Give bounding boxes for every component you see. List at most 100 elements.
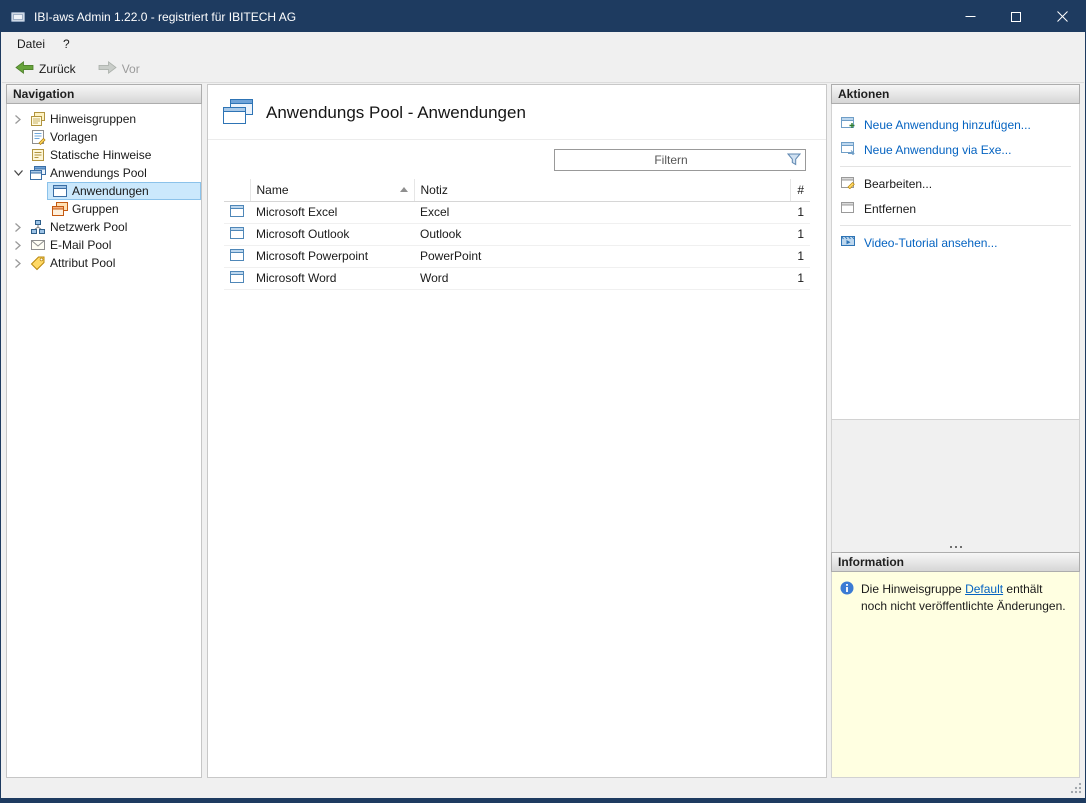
action-label: Video-Tutorial ansehen... [864, 235, 998, 250]
netzwerk-pool-icon [29, 219, 47, 235]
navigation-panel-header: Navigation [6, 84, 202, 104]
window-title: IBI-aws Admin 1.22.0 - registriert für I… [34, 9, 297, 24]
tree-item-statische-hinweise[interactable]: Statische Hinweise [7, 146, 201, 164]
column-notiz[interactable]: Notiz [414, 179, 791, 202]
app-window: IBI-aws Admin 1.22.0 - registriert für I… [0, 0, 1086, 803]
sort-asc-icon [399, 187, 408, 193]
cell-notiz: Outlook [414, 223, 790, 246]
anwendungen-icon [51, 183, 69, 199]
column-name[interactable]: Name [250, 179, 415, 202]
tree-item-label: Hinweisgruppen [50, 112, 137, 126]
menu-help[interactable]: ? [54, 33, 79, 55]
action-edit[interactable]: Bearbeiten... [832, 171, 1079, 196]
filter-input[interactable] [554, 149, 806, 171]
tree-item-attribut-pool[interactable]: Attribut Pool [7, 254, 201, 272]
window-bottom-border [1, 798, 1085, 802]
actions-panel-header: Aktionen [831, 84, 1080, 104]
cell-count: 1 [790, 245, 810, 268]
actions-divider [840, 225, 1071, 226]
chevron-right-icon[interactable] [11, 240, 25, 250]
edit-icon [840, 175, 856, 192]
table-row[interactable]: Microsoft Excel Excel 1 [224, 201, 810, 224]
tree-item-label: Attribut Pool [50, 256, 116, 270]
cell-count: 1 [790, 223, 810, 246]
info-icon [840, 581, 854, 598]
default-group-link[interactable]: Default [965, 582, 1003, 596]
table-header-row: Name Notiz # [224, 179, 810, 202]
filter-box [554, 149, 806, 171]
cell-notiz: Word [414, 267, 790, 290]
back-button[interactable]: Zurück [8, 59, 83, 79]
toolbar: Zurück Vor [2, 56, 1084, 83]
action-new-application-exe[interactable]: Neue Anwendung via Exe... [832, 137, 1079, 162]
close-button[interactable] [1039, 1, 1085, 32]
actions-divider [840, 166, 1071, 167]
cell-notiz: PowerPoint [414, 245, 790, 268]
applications-stack-icon [222, 98, 254, 128]
tree-item-vorlagen[interactable]: Vorlagen [7, 128, 201, 146]
chevron-right-icon[interactable] [11, 258, 25, 268]
navigation-tree: Hinweisgruppen Vorlagen Statische Hinwei… [7, 104, 201, 777]
chevron-down-icon[interactable] [11, 169, 25, 177]
action-video-tutorial[interactable]: Video-Tutorial ansehen... [832, 230, 1079, 255]
tree-item-label: Netzwerk Pool [50, 220, 128, 234]
information-message: Die Hinweisgruppe Default enthält noch n… [861, 581, 1067, 616]
panel-splitter-handle[interactable] [831, 542, 1080, 552]
statische-hinweise-icon [29, 147, 47, 163]
action-label: Entfernen [864, 201, 917, 216]
anwendungs-pool-icon [29, 165, 47, 181]
forward-button-label: Vor [121, 62, 140, 76]
back-button-label: Zurück [39, 62, 76, 76]
forward-arrow-icon [98, 60, 117, 77]
applications-table: Name Notiz # Microsoft Excel Excel 1 Mic… [224, 179, 810, 290]
tree-item-anwendungen[interactable]: Anwendungen [7, 182, 201, 200]
tree-item-label: Anwendungen [72, 184, 149, 198]
maximize-icon [1011, 11, 1021, 22]
remove-icon [840, 200, 856, 217]
back-arrow-icon [15, 60, 34, 77]
close-icon [1056, 11, 1068, 22]
vorlagen-icon [29, 129, 47, 145]
forward-button[interactable]: Vor [91, 59, 147, 79]
table-row[interactable]: Microsoft Powerpoint PowerPoint 1 [224, 245, 810, 268]
information-panel-header: Information [831, 552, 1080, 572]
hinweisgruppen-icon [29, 111, 47, 127]
action-label: Neue Anwendung via Exe... [864, 142, 1012, 157]
splitter-dots-icon [954, 546, 957, 548]
new-application-icon [840, 116, 856, 133]
minimize-button[interactable] [947, 1, 993, 32]
information-panel: Die Hinweisgruppe Default enthält noch n… [831, 572, 1080, 778]
actions-panel-filler [831, 420, 1080, 542]
new-application-exe-icon [840, 141, 856, 158]
main-content-panel: Anwendungs Pool - Anwendungen Name Notiz [207, 84, 827, 778]
tree-item-label: Gruppen [72, 202, 119, 216]
application-window-icon [224, 223, 250, 246]
chevron-right-icon[interactable] [11, 114, 25, 124]
tree-item-gruppen[interactable]: Gruppen [7, 200, 201, 218]
table-row[interactable]: Microsoft Word Word 1 [224, 267, 810, 290]
tree-item-label: Statische Hinweise [50, 148, 152, 162]
attribut-pool-icon [29, 255, 47, 271]
maximize-button[interactable] [993, 1, 1039, 32]
table-row[interactable]: Microsoft Outlook Outlook 1 [224, 223, 810, 246]
column-count[interactable]: # [790, 179, 810, 202]
tree-item-netzwerk-pool[interactable]: Netzwerk Pool [7, 218, 201, 236]
filter-funnel-icon[interactable] [786, 153, 802, 169]
splitter-dots-icon [959, 546, 962, 548]
minimize-icon [965, 16, 975, 17]
action-remove[interactable]: Entfernen [832, 196, 1079, 221]
tree-item-hinweisgruppen[interactable]: Hinweisgruppen [7, 110, 201, 128]
tree-item-anwendungs-pool[interactable]: Anwendungs Pool [7, 164, 201, 182]
chevron-right-icon[interactable] [11, 222, 25, 232]
menubar: Datei ? [2, 32, 1084, 56]
window-controls [947, 1, 1085, 32]
tree-item-label: Vorlagen [50, 130, 98, 144]
action-new-application[interactable]: Neue Anwendung hinzufügen... [832, 112, 1079, 137]
tree-item-email-pool[interactable]: E-Mail Pool [7, 236, 201, 254]
email-pool-icon [29, 237, 47, 253]
navigation-panel: Navigation Hinweisgruppen Vorlagen Stati… [6, 84, 202, 778]
resize-grip-icon[interactable] [1069, 781, 1082, 797]
menu-datei[interactable]: Datei [8, 33, 54, 55]
actions-list: Neue Anwendung hinzufügen... Neue Anwend… [831, 104, 1080, 420]
cell-notiz: Excel [414, 201, 790, 224]
